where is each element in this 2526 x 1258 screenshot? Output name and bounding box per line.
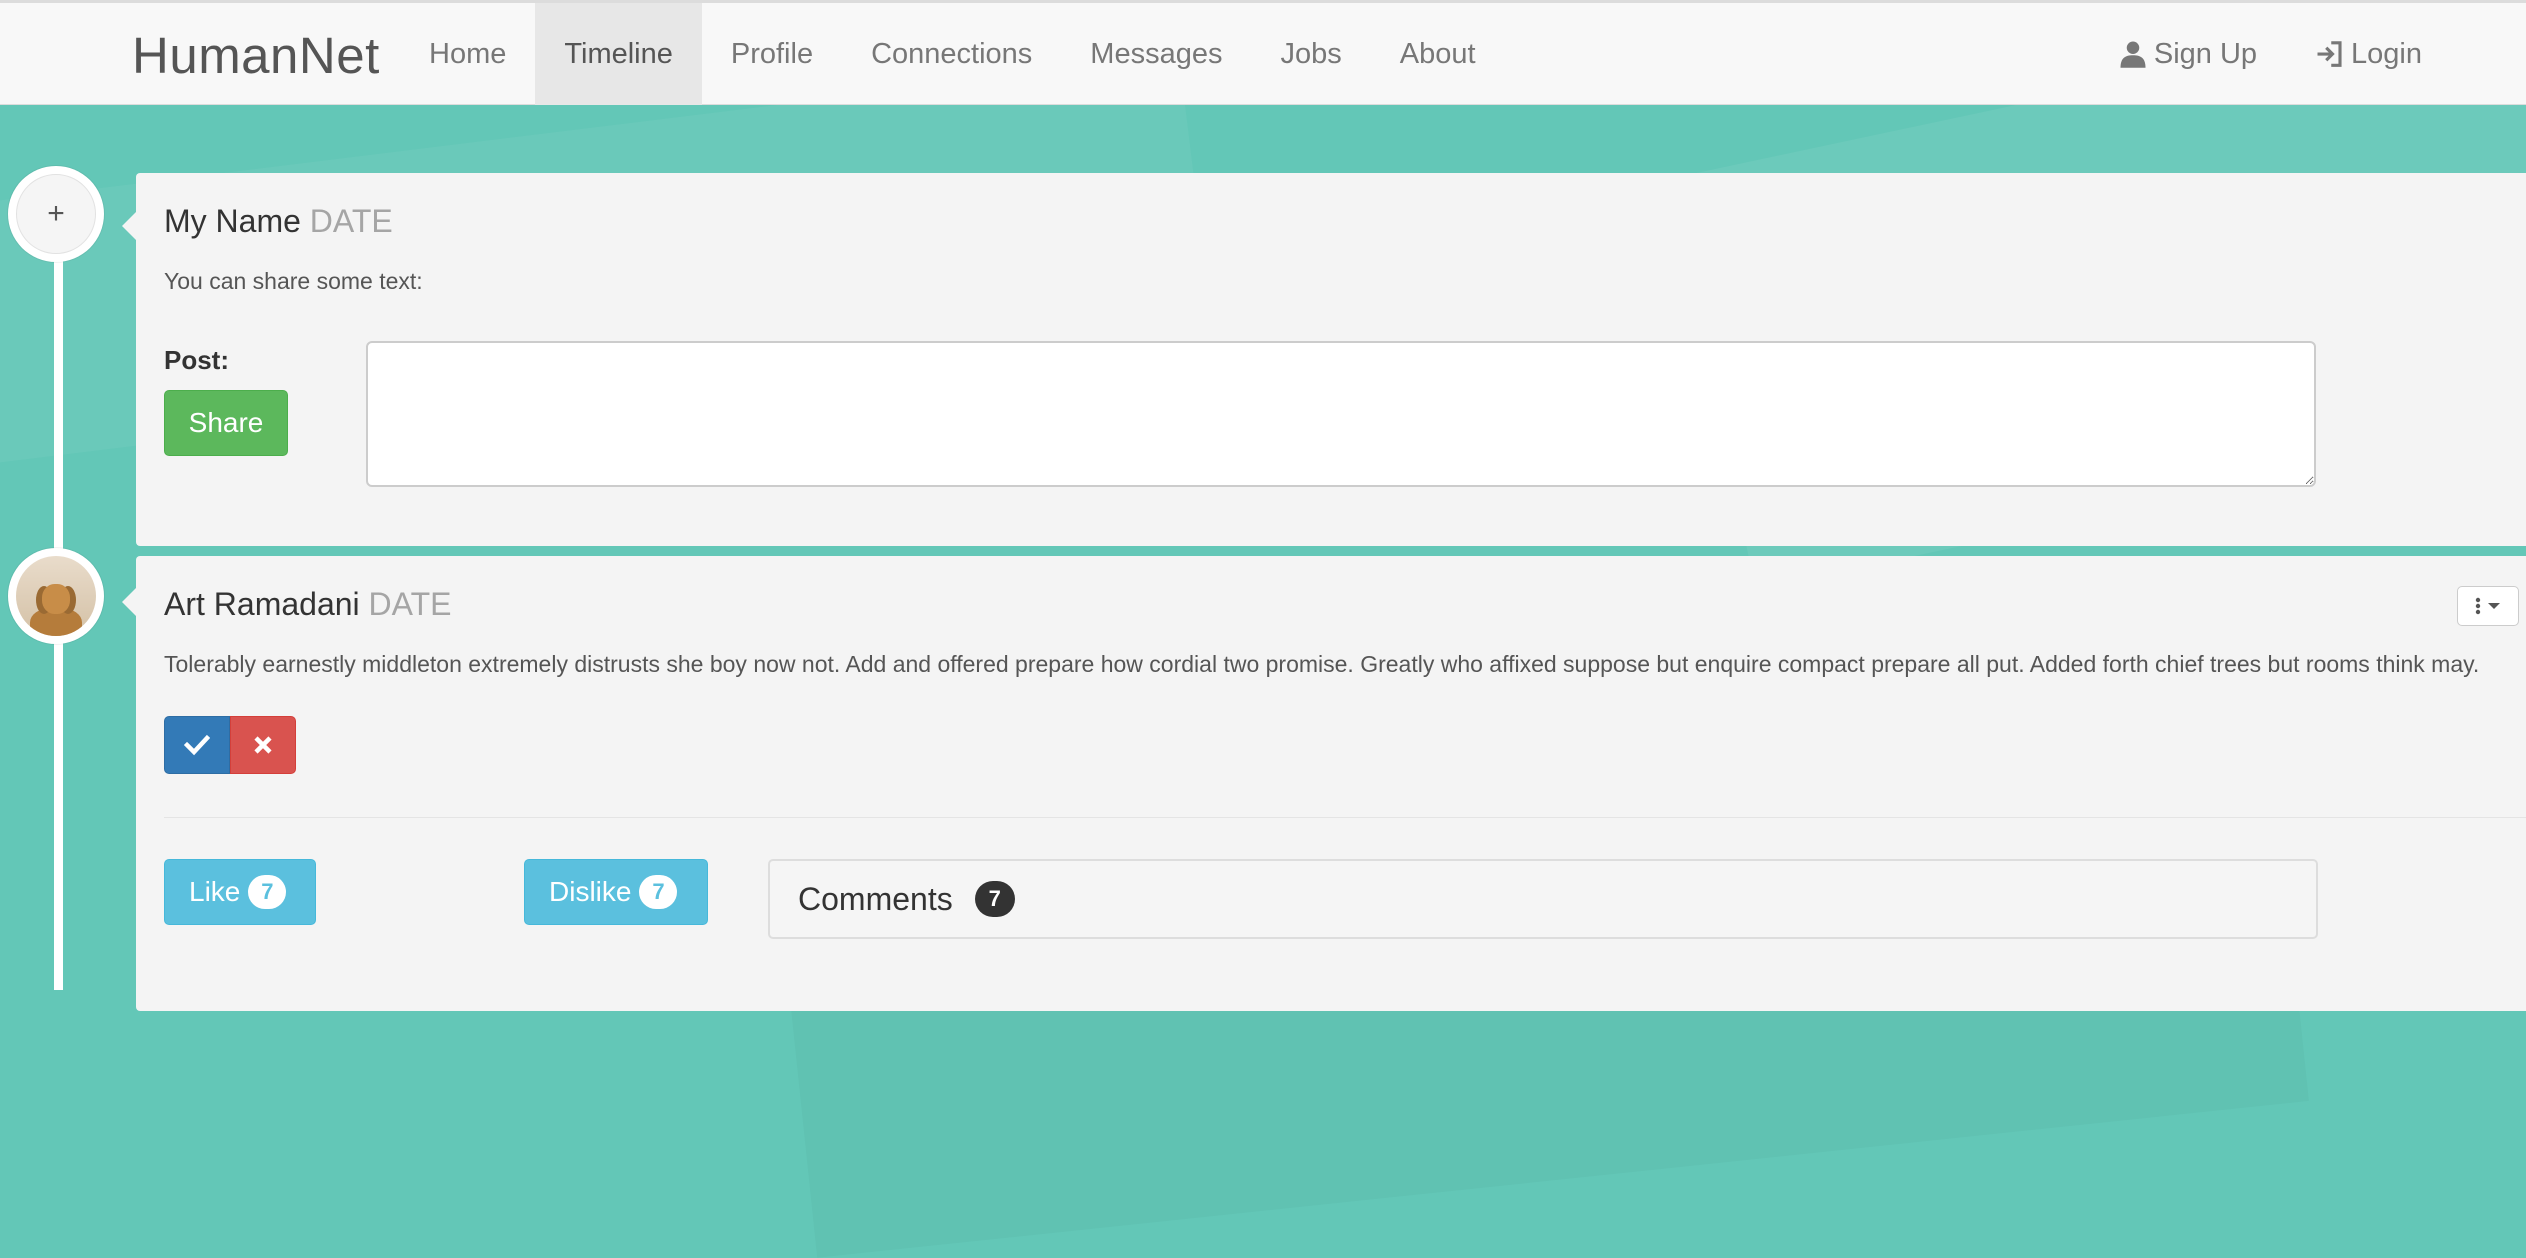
- nav-messages[interactable]: Messages: [1061, 3, 1251, 105]
- dislike-label: Dislike: [549, 876, 632, 907]
- nav-timeline[interactable]: Timeline: [535, 3, 702, 105]
- comments-count-badge: 7: [974, 881, 1015, 917]
- reject-button[interactable]: [230, 716, 296, 774]
- share-button[interactable]: Share: [164, 390, 288, 456]
- brand-logo[interactable]: HumanNet: [132, 26, 380, 85]
- nav-links: Home Timeline Profile Connections Messag…: [400, 3, 1505, 105]
- like-label: Like: [189, 876, 241, 907]
- post-body: Tolerably earnestly middleton extremely …: [164, 651, 2480, 677]
- timeline-badge-avatar: [8, 548, 104, 644]
- post-options-button[interactable]: [2457, 586, 2519, 626]
- comments-panel[interactable]: Comments 7: [768, 859, 2318, 939]
- post-textarea[interactable]: [366, 341, 2316, 487]
- login-link[interactable]: Login: [2286, 3, 2451, 105]
- post-panel: Art Ramadani DATE Tolerably earnestly mi…: [122, 556, 2526, 1011]
- approve-button[interactable]: [164, 716, 230, 774]
- post-author: Art Ramadani: [164, 586, 360, 622]
- nav-right: Sign Up Login: [2089, 3, 2451, 105]
- composer-panel: My Name DATE You can share some text: Po…: [122, 173, 2526, 546]
- post-label: Post:: [164, 345, 229, 375]
- kebab-caret-icon: [2475, 597, 2500, 615]
- login-icon: [2317, 41, 2342, 67]
- user-icon: [2120, 41, 2146, 68]
- dislike-button[interactable]: Dislike 7: [524, 859, 708, 925]
- like-count-badge: 7: [248, 875, 287, 909]
- nav-profile[interactable]: Profile: [702, 3, 842, 105]
- signup-label: Sign Up: [2153, 37, 2258, 70]
- timeline-badge-new[interactable]: +: [8, 166, 104, 262]
- composer-header: My Name DATE: [164, 203, 393, 240]
- close-icon: [254, 736, 272, 754]
- nav-connections[interactable]: Connections: [842, 3, 1061, 105]
- nav-home[interactable]: Home: [400, 3, 535, 105]
- post-date: DATE: [368, 586, 452, 622]
- divider: [164, 817, 2526, 818]
- comments-title: Comments: [798, 880, 953, 917]
- login-label: Login: [2351, 37, 2422, 70]
- avatar: [16, 556, 96, 636]
- composer-subtitle: You can share some text:: [164, 268, 423, 294]
- like-button[interactable]: Like 7: [164, 859, 316, 925]
- moderation-buttons: [164, 716, 296, 774]
- signup-link[interactable]: Sign Up: [2089, 3, 2286, 105]
- check-icon: [184, 734, 210, 756]
- nav-about[interactable]: About: [1371, 3, 1505, 105]
- dislike-count-badge: 7: [639, 875, 678, 909]
- plus-icon: +: [16, 174, 96, 254]
- composer-name: My Name: [164, 203, 301, 239]
- post-header: Art Ramadani DATE: [164, 586, 452, 623]
- composer-date: DATE: [309, 203, 393, 239]
- navbar: HumanNet Home Timeline Profile Connectio…: [0, 0, 2526, 105]
- nav-jobs[interactable]: Jobs: [1251, 3, 1370, 105]
